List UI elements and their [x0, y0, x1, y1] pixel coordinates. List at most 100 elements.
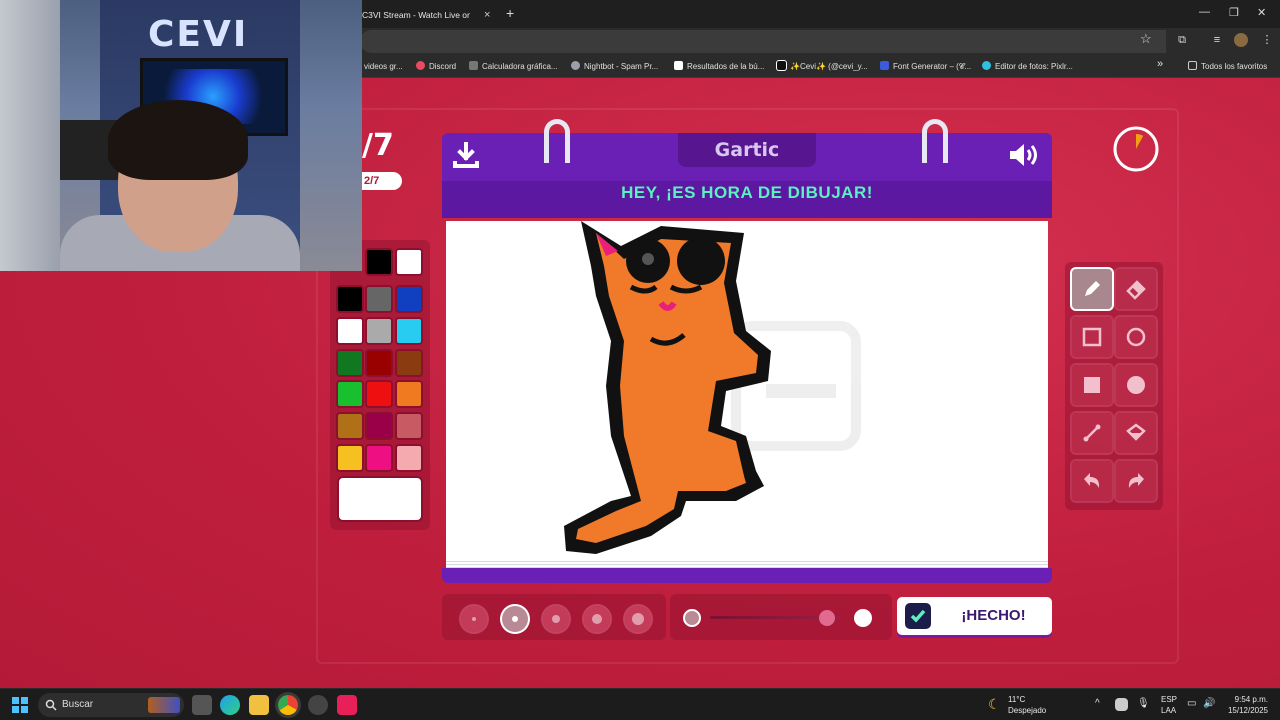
close-window-button[interactable]: ✕ [1257, 6, 1266, 19]
color-swatch[interactable] [338, 414, 362, 438]
volume-icon[interactable] [1008, 141, 1040, 169]
microphone-icon[interactable]: 🎙 [1137, 699, 1150, 709]
bookmark-item[interactable]: Editor de fotos: Pixlr... [982, 60, 1073, 73]
color-swatch[interactable] [338, 287, 362, 311]
file-explorer-icon[interactable] [249, 695, 269, 715]
done-button[interactable]: ¡HECHO! [897, 597, 1052, 635]
url-field[interactable] [360, 30, 1166, 53]
opacity-knob[interactable] [819, 610, 835, 626]
tab-close-icon[interactable]: × [484, 4, 490, 26]
eraser-icon [1126, 280, 1146, 300]
download-icon[interactable] [452, 141, 480, 169]
binder-ring [544, 119, 570, 163]
minimize-button[interactable]: — [1199, 6, 1210, 18]
binder-ring [922, 119, 948, 163]
font-generator-icon [880, 61, 889, 70]
browser-tab[interactable]: C3VI Stream - Watch Live on Ki × [362, 4, 502, 26]
color-swatch[interactable] [397, 351, 421, 375]
line-icon [1083, 424, 1101, 442]
pencil-tool[interactable] [1072, 269, 1112, 309]
line-tool[interactable] [1072, 413, 1112, 453]
color-swatch[interactable] [367, 414, 391, 438]
color-swatch[interactable] [367, 287, 391, 311]
tray-app-icon[interactable] [1115, 698, 1128, 711]
extensions-icon[interactable]: ⧉ [1175, 33, 1189, 47]
language-code[interactable]: ESP [1161, 695, 1177, 705]
round-pill: 2/7 [362, 172, 402, 190]
filled-rectangle-tool[interactable] [1072, 365, 1112, 405]
taskbar-search[interactable]: Buscar [38, 693, 184, 717]
color-swatch[interactable] [338, 382, 362, 406]
volume-tray-icon[interactable]: 🔊 [1203, 699, 1215, 709]
clock-date[interactable]: 15/12/2025 [1222, 706, 1268, 716]
color-swatch[interactable] [397, 287, 421, 311]
new-tab-button[interactable]: + [506, 5, 514, 21]
maximize-button[interactable]: ❐ [1229, 6, 1239, 19]
color-swatch[interactable] [367, 319, 391, 343]
brush-size-option[interactable] [543, 606, 569, 632]
color-swatch[interactable] [338, 319, 362, 343]
tiktok-live-icon[interactable] [337, 695, 357, 715]
redo-button[interactable] [1116, 461, 1156, 501]
chrome-icon[interactable] [278, 695, 298, 715]
pixlr-icon [982, 61, 991, 70]
rectangle-tool[interactable] [1072, 317, 1112, 357]
color-swatch[interactable] [367, 250, 391, 274]
bookmark-item[interactable]: Discord [416, 60, 456, 73]
drawing-eye [677, 237, 725, 285]
color-swatch[interactable] [367, 446, 391, 470]
tool-panel [1065, 262, 1163, 510]
obs-icon[interactable] [308, 695, 328, 715]
bookmark-item[interactable]: Resultados de la bú... [674, 60, 764, 73]
all-favorites-folder[interactable]: Todos los favoritos [1188, 60, 1267, 73]
windows-start-icon[interactable] [12, 697, 28, 713]
brush-size-option[interactable] [461, 606, 487, 632]
rectangle-icon [1082, 327, 1102, 347]
task-view-icon[interactable] [192, 695, 212, 715]
bookmarks-overflow-icon[interactable]: » [1157, 58, 1163, 71]
folder-icon [1188, 61, 1197, 70]
network-icon[interactable]: ▭ [1187, 699, 1196, 709]
color-palette [330, 240, 430, 530]
menu-icon[interactable]: ⋮ [1260, 33, 1274, 47]
webcam-overlay: CEVI [0, 0, 362, 271]
opacity-slider [670, 594, 892, 640]
bucket-tool[interactable] [1116, 413, 1156, 453]
weather-moon-icon: ☾ [988, 696, 1001, 712]
undo-button[interactable] [1072, 461, 1112, 501]
color-swatch[interactable] [367, 382, 391, 406]
bookmark-item[interactable]: ✨Cevi✨ (@cevi_y... [777, 60, 868, 73]
color-swatch[interactable] [367, 351, 391, 375]
bookmark-item[interactable]: Calculadora gráfica... [469, 60, 558, 73]
profile-avatar[interactable] [1234, 33, 1248, 47]
brush-size-option[interactable] [502, 606, 528, 632]
brush-size-option[interactable] [625, 606, 651, 632]
bookmark-item[interactable]: Nightbot - Spam Pr... [571, 60, 658, 73]
color-swatch[interactable] [338, 446, 362, 470]
opacity-high-icon [854, 609, 872, 627]
color-swatch[interactable] [397, 414, 421, 438]
color-swatch[interactable] [397, 319, 421, 343]
webcam-wall [0, 0, 60, 271]
color-swatch[interactable] [397, 250, 421, 274]
color-swatch[interactable] [397, 446, 421, 470]
color-swatch[interactable] [338, 351, 362, 375]
eraser-tool[interactable] [1116, 269, 1156, 309]
drawing-canvas[interactable] [446, 221, 1048, 571]
clock-time[interactable]: 9:54 p.m. [1226, 695, 1268, 705]
filled-circle-tool[interactable] [1116, 365, 1156, 405]
search-icon [45, 699, 57, 711]
edge-icon[interactable] [220, 695, 240, 715]
circle-tool[interactable] [1116, 317, 1156, 357]
color-swatch[interactable] [397, 382, 421, 406]
gartic-logo: Gartic [678, 133, 816, 167]
media-controls-icon[interactable]: ≡ [1210, 33, 1224, 47]
bookmark-star-icon[interactable]: ☆ [1140, 31, 1152, 47]
tray-overflow-icon[interactable]: ^ [1095, 699, 1100, 709]
brush-size-option[interactable] [584, 606, 610, 632]
opacity-low-icon [683, 609, 701, 627]
keyboard-layout[interactable]: LAA [1161, 706, 1176, 716]
bookmark-item[interactable]: videos gr... [364, 60, 403, 73]
bookmark-item[interactable]: Font Generator – (𝓒... [880, 60, 971, 73]
round-counter: /7 [362, 128, 394, 163]
